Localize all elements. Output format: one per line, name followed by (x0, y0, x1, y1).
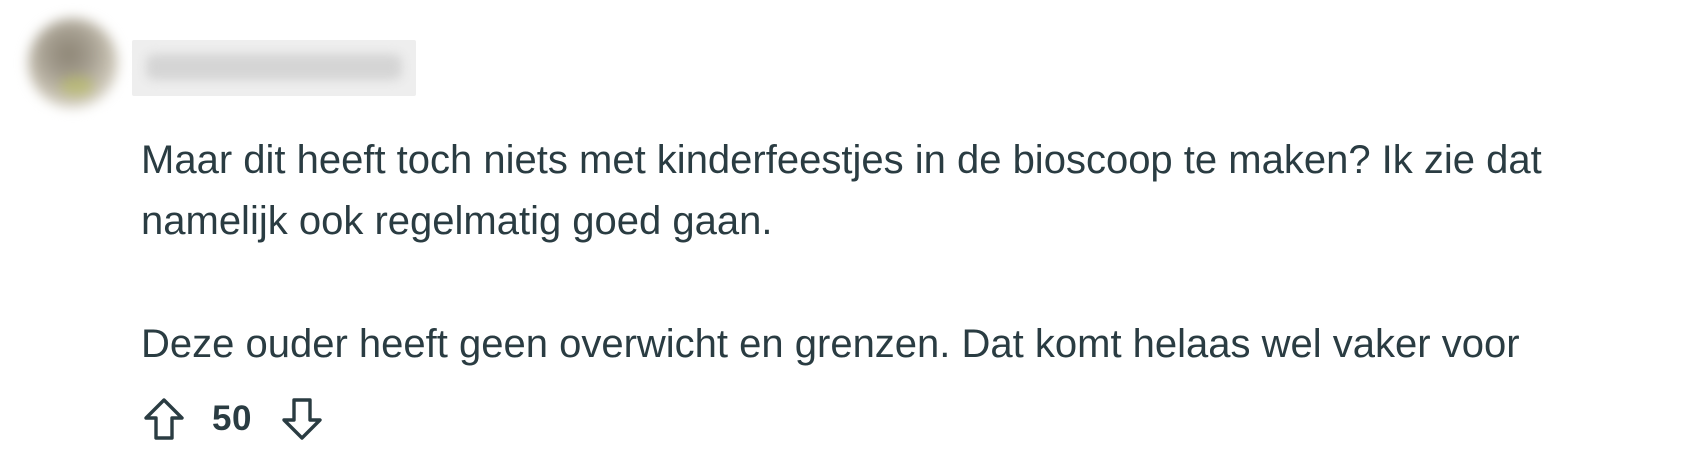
downvote-button[interactable] (278, 395, 326, 443)
comment-actions: 50 (140, 394, 326, 444)
upvote-button[interactable] (140, 395, 188, 443)
username: redacted-username (146, 54, 285, 71)
comment-paragraph: Deze ouder heeft geen overwicht en grenz… (141, 322, 1520, 366)
vote-score: 50 (212, 399, 252, 438)
comment-paragraph: Maar dit heeft toch niets met kinderfees… (141, 138, 1542, 243)
username-redacted[interactable]: redacted-username (132, 40, 416, 96)
comment: redacted-username Maar dit heeft toch ni… (0, 0, 1688, 464)
arrow-down-outline-icon (282, 398, 322, 440)
comment-body: Maar dit heeft toch niets met kinderfees… (141, 130, 1681, 375)
arrow-up-outline-icon (144, 398, 184, 440)
avatar[interactable] (28, 18, 118, 108)
